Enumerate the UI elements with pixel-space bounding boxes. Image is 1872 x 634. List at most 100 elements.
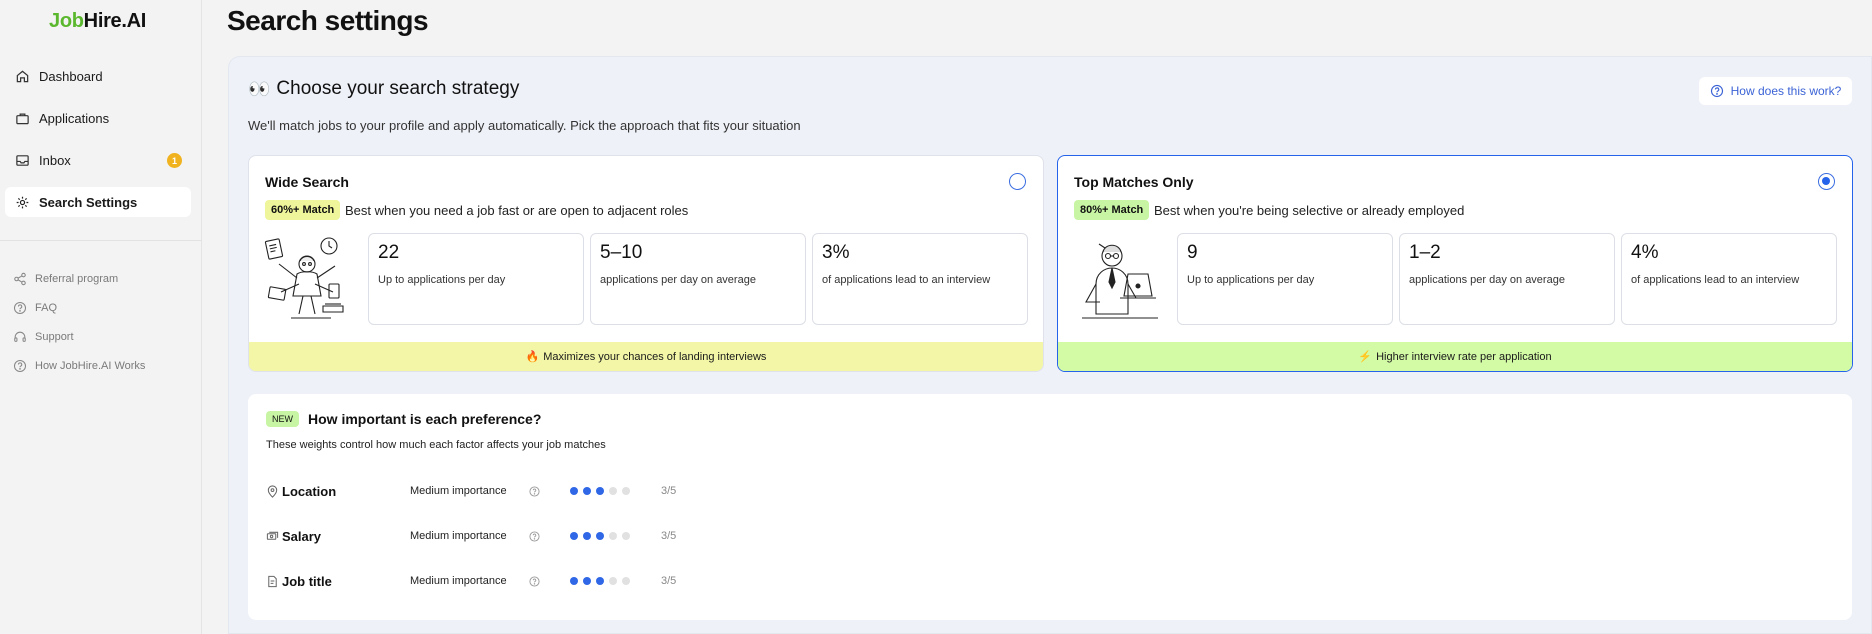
help-button-label: How does this work? xyxy=(1730,84,1842,98)
rating-dot[interactable] xyxy=(583,532,591,540)
money-icon xyxy=(266,531,279,540)
rating-dot[interactable] xyxy=(570,532,578,540)
rating-dot[interactable] xyxy=(583,487,591,495)
sidebar-item-applications[interactable]: Applications xyxy=(5,103,191,133)
card-description: Best when you need a job fast or are ope… xyxy=(345,203,689,218)
preference-name: Salary xyxy=(282,529,322,544)
faq-label: FAQ xyxy=(35,302,58,314)
importance-level: Medium importance xyxy=(410,485,507,497)
preference-name: Location xyxy=(282,484,337,499)
rating-dot[interactable] xyxy=(622,577,630,585)
stat-value: 4% xyxy=(1631,242,1659,263)
sidebar-item-search-settings[interactable]: Search Settings xyxy=(5,187,191,217)
card-title: Wide Search xyxy=(265,174,349,190)
lightning-icon: ⚡ xyxy=(1358,351,1373,363)
sidebar-nav: Dashboard Applications Inbox 1 Search Se… xyxy=(5,61,191,229)
sidebar-item-inbox[interactable]: Inbox 1 xyxy=(5,145,191,175)
home-icon xyxy=(16,70,29,82)
referral-program-link[interactable]: Referral program xyxy=(13,270,145,288)
importance-rating[interactable] xyxy=(570,532,630,540)
how-it-works-label: How JobHire.AI Works xyxy=(35,360,146,372)
card-footer: 🔥 Maximizes your chances of landing inte… xyxy=(249,342,1043,371)
rating-dot[interactable] xyxy=(622,532,630,540)
document-icon xyxy=(268,575,277,588)
preference-row-salary: Salary Medium importance 3/5 xyxy=(266,527,766,547)
top-matches-radio[interactable] xyxy=(1818,173,1835,190)
stat-label: of applications lead to an interview xyxy=(1631,274,1800,286)
stat-label: of applications lead to an interview xyxy=(822,274,991,286)
preference-row-location: Location Medium importance 3/5 xyxy=(266,482,766,502)
importance-score: 3/5 xyxy=(661,530,677,542)
card-footer-text: Maximizes your chances of landing interv… xyxy=(543,350,767,363)
rating-dot[interactable] xyxy=(596,532,604,540)
stat-label: applications per day on average xyxy=(600,274,756,286)
importance-score: 3/5 xyxy=(661,575,677,587)
briefcase-icon xyxy=(16,112,29,124)
sidebar-item-label: Inbox xyxy=(39,152,71,168)
stat-label: Up to applications per day xyxy=(1187,274,1315,286)
how-it-works-link[interactable]: How JobHire.AI Works xyxy=(13,357,145,375)
preferences-title: How important is each preference? xyxy=(308,411,542,427)
importance-rating[interactable] xyxy=(570,487,630,495)
stat-box: 22 Up to applications per day xyxy=(368,233,584,325)
match-tag: 60%+ Match xyxy=(265,200,341,220)
stat-box: 9 Up to applications per day xyxy=(1177,233,1393,325)
info-icon[interactable] xyxy=(529,576,540,587)
stat-box: 4% of applications lead to an interview xyxy=(1621,233,1837,325)
rating-dot[interactable] xyxy=(596,577,604,585)
stat-label: Up to applications per day xyxy=(378,274,506,286)
strategy-card-wide-search[interactable]: Wide Search 60%+ Match Best when you nee… xyxy=(248,155,1044,372)
stat-label: applications per day on average xyxy=(1409,274,1565,286)
info-icon[interactable] xyxy=(529,486,540,497)
sidebar-item-label: Applications xyxy=(39,110,110,126)
location-pin-icon xyxy=(267,485,278,498)
stat-value: 9 xyxy=(1187,242,1198,263)
preferences-subtitle: These weights control how much each fact… xyxy=(266,439,606,451)
fire-icon: 🔥 xyxy=(525,351,540,363)
stat-box: 3% of applications lead to an interview xyxy=(812,233,1028,325)
rating-dot[interactable] xyxy=(609,577,617,585)
inbox-icon xyxy=(16,154,29,166)
rating-dot[interactable] xyxy=(583,577,591,585)
rating-dot[interactable] xyxy=(570,577,578,585)
multitasking-person-illustration xyxy=(264,237,344,319)
question-icon xyxy=(13,359,27,373)
page-title: Search settings xyxy=(227,5,429,36)
preference-weights-card: NEW How important is each preference? Th… xyxy=(248,394,1852,620)
question-icon xyxy=(1710,84,1723,98)
importance-rating[interactable] xyxy=(570,577,630,585)
support-link[interactable]: Support xyxy=(13,328,145,346)
businessman-laptop-illustration xyxy=(1082,243,1158,319)
eyes-emoji-icon: 👀 xyxy=(248,78,271,99)
referral-program-label: Referral program xyxy=(35,273,119,285)
wide-search-radio[interactable] xyxy=(1009,173,1026,190)
sidebar-item-label: Search Settings xyxy=(39,194,138,210)
rating-dot[interactable] xyxy=(622,487,630,495)
headset-icon xyxy=(14,331,26,342)
faq-link[interactable]: FAQ xyxy=(13,299,145,317)
stat-value: 1–2 xyxy=(1409,242,1441,263)
sidebar-item-label: Dashboard xyxy=(39,68,103,84)
sidebar-item-dashboard[interactable]: Dashboard xyxy=(5,61,191,91)
sidebar: JobHire.AI Dashboard Applications Inbox … xyxy=(0,0,202,634)
rating-dot[interactable] xyxy=(609,532,617,540)
strategy-title: Choose your search strategy xyxy=(276,78,520,99)
info-icon[interactable] xyxy=(529,531,540,542)
strategy-subtitle: We'll match jobs to your profile and app… xyxy=(248,118,801,133)
stat-value: 5–10 xyxy=(600,242,643,263)
how-does-this-work-button[interactable]: How does this work? xyxy=(1699,77,1852,105)
strategy-card-top-matches[interactable]: Top Matches Only 80%+ Match Best when yo… xyxy=(1057,155,1853,372)
share-icon xyxy=(14,272,26,286)
stat-value: 3% xyxy=(822,242,850,263)
rating-dot[interactable] xyxy=(570,487,578,495)
new-badge: NEW xyxy=(266,411,299,427)
sidebar-divider xyxy=(0,240,202,241)
rating-dot[interactable] xyxy=(609,487,617,495)
question-icon xyxy=(13,301,27,315)
importance-score: 3/5 xyxy=(661,485,677,497)
preference-name: Job title xyxy=(282,574,332,589)
gear-icon xyxy=(16,196,29,208)
rating-dot[interactable] xyxy=(596,487,604,495)
support-label: Support xyxy=(35,331,74,343)
app-logo[interactable]: JobHire.AI xyxy=(49,10,146,33)
